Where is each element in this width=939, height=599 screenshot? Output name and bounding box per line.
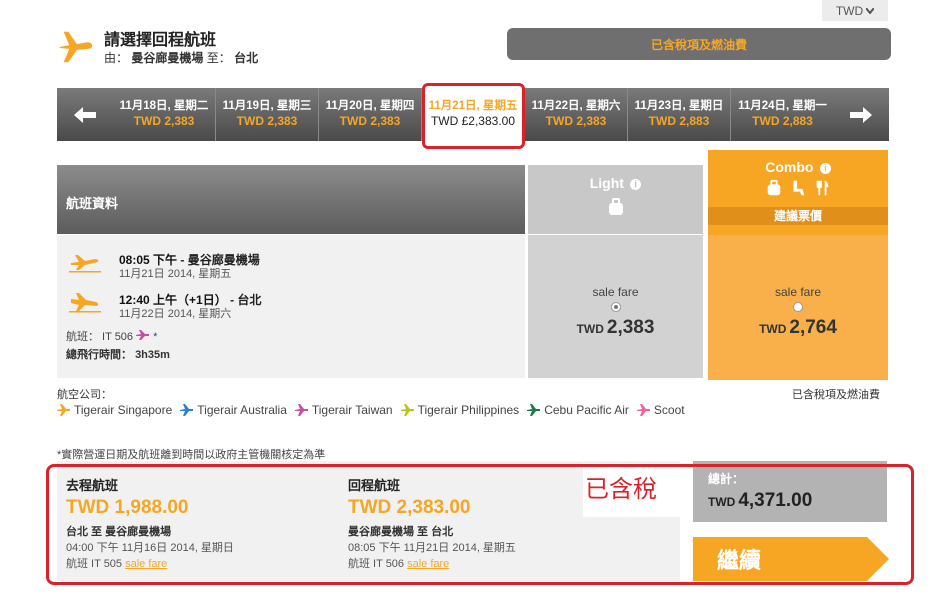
- airplane-icon: [527, 404, 541, 416]
- airplane-icon: [57, 404, 70, 416]
- route-subtitle: 由： 曼谷廊曼機場 至： 台北: [104, 49, 258, 66]
- airline-name: Cebu Pacific Air: [544, 403, 629, 417]
- airplane-icon: [400, 404, 414, 416]
- airplane-icon: [636, 404, 650, 416]
- airline-legend-item: Cebu Pacific Air: [527, 403, 629, 417]
- combo-fare-radio[interactable]: [793, 302, 803, 312]
- flight-info-body: 08:05 下午 - 曼谷廊曼機場 11月21日 2014, 星期五 12:40…: [57, 235, 525, 378]
- date-option[interactable]: 11月24日, 星期一 TWD 2,883: [731, 88, 834, 141]
- from-label: 由：: [104, 51, 129, 65]
- selected-date-highlight: [422, 83, 525, 149]
- airline-name: Tigerair Australia: [197, 403, 287, 417]
- tigerair-taiwan-icon: [136, 330, 150, 340]
- date-option[interactable]: 11月22日, 星期六 TWD 2,383: [525, 88, 628, 141]
- total-duration: 總飛行時間： 3h35m: [66, 346, 170, 362]
- combo-label: Combo: [765, 159, 814, 175]
- info-icon[interactable]: i: [819, 163, 831, 175]
- fare-type-label: sale fare: [592, 285, 639, 299]
- date-price: TWD 2,383: [133, 114, 195, 128]
- date-label: 11月19日, 星期三: [222, 100, 312, 112]
- fare-type-label: sale fare: [774, 285, 822, 299]
- chevron-down-icon: [866, 7, 875, 14]
- arrow-left-icon: [74, 106, 96, 123]
- currency-code: TWD: [759, 322, 787, 336]
- airline-legend-item: Tigerair Australia: [180, 403, 287, 417]
- airplane-icon: [294, 404, 308, 416]
- meal-icon: [816, 180, 829, 196]
- currency-select[interactable]: TWD: [822, 0, 888, 21]
- landing-icon: [69, 293, 101, 313]
- schedule-disclaimer: *實際營運日期及航班離到時間以政府主管機關核定為準: [57, 449, 326, 461]
- currency-value: TWD: [835, 3, 864, 18]
- airplane-logo-icon: [59, 31, 93, 63]
- airline-name: Scoot: [653, 403, 685, 417]
- prev-dates-button[interactable]: [57, 88, 113, 141]
- airline-legend-item: Tigerair Singapore: [57, 403, 172, 417]
- date-label: 11月20日, 星期四: [325, 100, 415, 112]
- date-price: TWD 2,883: [752, 114, 813, 128]
- next-dates-button[interactable]: [833, 88, 889, 141]
- arrival-date: 11月22日 2014, 星期六: [119, 308, 232, 320]
- seat-icon: [793, 180, 805, 196]
- date-label: 11月22日, 星期六: [531, 100, 621, 112]
- combo-fare-header: Combo i 建議票價: [708, 150, 888, 235]
- from-airport: 曼谷廊曼機場: [131, 51, 204, 65]
- light-fare-radio[interactable]: [610, 302, 621, 312]
- date-option[interactable]: 11月20日, 星期四 TWD 2,383: [319, 88, 422, 141]
- summary-highlight-frame: [46, 464, 914, 585]
- combo-fare-option[interactable]: sale fare TWD 2,764: [708, 235, 888, 380]
- date-price: TWD 2,383: [236, 114, 298, 128]
- date-label: 11月18日, 星期二: [119, 100, 209, 112]
- airlines-label: 航空公司：: [57, 389, 112, 401]
- arrival-place: - 台北: [230, 293, 262, 307]
- airline-name: Tigerair Philippines: [417, 403, 520, 417]
- to-label: 至：: [206, 51, 231, 65]
- airline-legend: Tigerair Singapore Tigerair Australia Ti…: [57, 403, 685, 417]
- arrow-right-icon: [850, 106, 872, 123]
- light-fare-option[interactable]: sale fare TWD 2,383: [528, 235, 703, 378]
- departure-date: 11月21日 2014, 星期五: [119, 268, 232, 280]
- airline-name: Tigerair Singapore: [74, 403, 173, 417]
- airline-legend-item: Tigerair Philippines: [400, 403, 520, 417]
- date-price: TWD 2,383: [545, 114, 607, 128]
- tax-included-note: 已含稅項及燃油費: [792, 389, 880, 401]
- duration-value: 3h35m: [135, 349, 170, 361]
- airline-legend-item: Tigerair Taiwan: [294, 403, 393, 417]
- recommended-badge: 建議票價: [708, 207, 888, 225]
- date-option[interactable]: 11月18日, 星期二 TWD 2,383: [113, 88, 216, 141]
- combo-fare-price: TWD 2,764: [708, 317, 888, 339]
- page-title: 請選擇回程航班: [104, 30, 217, 49]
- date-option[interactable]: 11月19日, 星期三 TWD 2,383: [216, 88, 319, 141]
- baggage-icon: [608, 198, 623, 215]
- flight-info-header: 航班資料: [57, 165, 525, 234]
- date-option[interactable]: 11月23日, 星期日 TWD 2,883: [628, 88, 731, 141]
- date-label: 11月23日, 星期日: [634, 100, 724, 112]
- fare-amount: 2,383: [606, 317, 655, 338]
- airline-name: Tigerair Taiwan: [311, 403, 393, 417]
- airplane-icon: [180, 404, 194, 416]
- tax-included-bar: 已含稅項及燃油費: [507, 28, 891, 60]
- light-fare-price: TWD 2,383: [528, 317, 703, 339]
- date-label: 11月24日, 星期一: [738, 100, 827, 112]
- takeoff-icon: [69, 255, 101, 273]
- light-label: Light: [589, 175, 624, 191]
- baggage-icon: [767, 179, 781, 196]
- info-icon[interactable]: i: [630, 179, 642, 191]
- light-fare-header: Light i: [528, 165, 703, 234]
- duration-label: 總飛行時間：: [66, 349, 132, 361]
- date-price: TWD 2,383: [339, 114, 401, 128]
- currency-code: TWD: [576, 322, 604, 336]
- date-price: TWD 2,883: [648, 114, 710, 128]
- airline-legend-item: Scoot: [636, 403, 685, 417]
- to-airport: 台北: [234, 51, 259, 65]
- flight-number: 航班： IT 506 *: [66, 330, 158, 343]
- flight-number-text: 航班： IT 506: [66, 331, 134, 343]
- fare-amount: 2,764: [789, 317, 837, 338]
